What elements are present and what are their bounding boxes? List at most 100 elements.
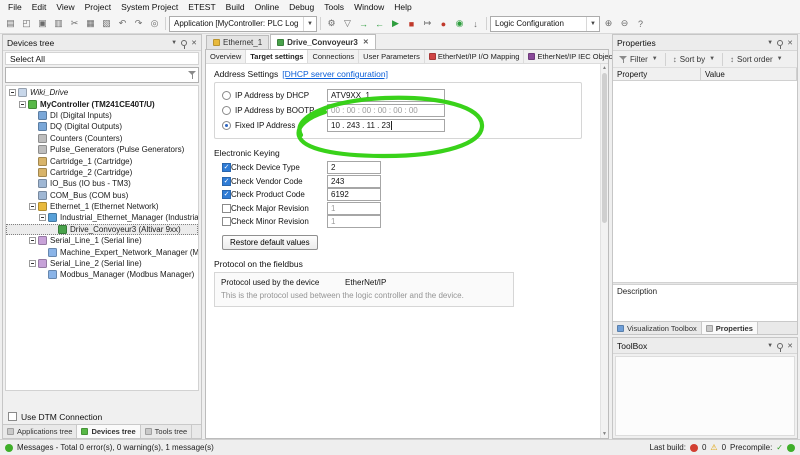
- fixed-ip-address-field[interactable]: 10 . 243 . 11 . 23: [327, 119, 445, 132]
- messages-summary[interactable]: Messages - Total 0 error(s), 0 warning(s…: [17, 443, 214, 452]
- tree-item-industrial-ethernet-manager[interactable]: Industrial_Ethernet_Manager (Industrial …: [6, 212, 198, 223]
- document-tab-drive-convoyeur3[interactable]: Drive_Convoyeur3✕: [270, 34, 376, 49]
- close-icon[interactable]: ✕: [787, 342, 793, 350]
- radio-ip-address-by-dhcp[interactable]: [222, 91, 231, 100]
- application-selector[interactable]: Application [MyController: PLC Logic]▼: [169, 16, 317, 32]
- check-vendor-code-field[interactable]: 243: [327, 175, 381, 188]
- sort-by-button[interactable]: ↕ Sort by▼: [670, 52, 718, 66]
- tree-item-dq[interactable]: DQ (Digital Outputs): [6, 121, 198, 132]
- checkbox-check-vendor-code[interactable]: ✓: [222, 177, 231, 186]
- menu-tools[interactable]: Tools: [319, 0, 349, 14]
- save-icon[interactable]: ▣: [35, 16, 50, 31]
- pin-icon[interactable]: [777, 343, 783, 349]
- menu-build[interactable]: Build: [221, 0, 250, 14]
- scroll-down-icon[interactable]: ▼: [601, 430, 608, 438]
- property-column-header[interactable]: Property: [613, 68, 701, 80]
- property-grid[interactable]: [613, 81, 797, 282]
- close-tab-icon[interactable]: ✕: [363, 38, 369, 46]
- toolbox-body[interactable]: [615, 356, 795, 436]
- tab-visualization-toolbox[interactable]: Visualization Toolbox: [613, 322, 702, 334]
- dhcp-server-configuration-link[interactable]: [DHCP server configuration]: [282, 69, 388, 79]
- copy-icon[interactable]: ▦: [83, 16, 98, 31]
- tab-user-parameters[interactable]: User Parameters: [359, 50, 425, 63]
- tree-item-io-bus[interactable]: IO_Bus (IO bus - TM3): [6, 178, 198, 189]
- tab-devices-tree[interactable]: Devices tree: [77, 425, 140, 438]
- tab-properties[interactable]: Properties: [702, 322, 758, 334]
- tab-tools-tree[interactable]: Tools tree: [141, 425, 193, 438]
- undo-icon[interactable]: ↶: [115, 16, 130, 31]
- panel-menu-icon[interactable]: ▼: [767, 40, 773, 46]
- logic-configuration-selector[interactable]: Logic Configuration▼: [490, 16, 600, 32]
- sort-order-button[interactable]: ↕ Sort order▼: [727, 52, 786, 66]
- menu-debug[interactable]: Debug: [284, 0, 319, 14]
- tree-item-pulse-generators[interactable]: Pulse_Generators (Pulse Generators): [6, 144, 198, 155]
- tree-item-counters[interactable]: Counters (Counters): [6, 133, 198, 144]
- step-icon[interactable]: ↦: [420, 16, 435, 31]
- print-icon[interactable]: ▥: [51, 16, 66, 31]
- radio-ip-address-by-bootp[interactable]: [222, 106, 231, 115]
- tab-connections[interactable]: Connections: [308, 50, 359, 63]
- expander-minus-icon[interactable]: [39, 214, 46, 221]
- check-device-type-field[interactable]: 2: [327, 161, 381, 174]
- filter-icon[interactable]: [188, 71, 196, 80]
- pin-icon[interactable]: [777, 40, 783, 46]
- scrollbar-thumb[interactable]: [602, 73, 607, 223]
- expander-minus-icon[interactable]: [29, 237, 36, 244]
- expander-minus-icon[interactable]: [19, 101, 26, 108]
- tab-applications-tree[interactable]: Applications tree: [3, 425, 77, 438]
- menu-project[interactable]: Project: [80, 0, 116, 14]
- expander-minus-icon[interactable]: [29, 260, 36, 267]
- stop-icon[interactable]: ■: [404, 16, 419, 31]
- device-search-input[interactable]: [5, 67, 199, 83]
- tree-item-cartridge-2[interactable]: Cartridge_2 (Cartridge): [6, 167, 198, 178]
- paste-icon[interactable]: ▧: [99, 16, 114, 31]
- document-tab-ethernet-1[interactable]: Ethernet_1: [206, 35, 269, 49]
- menu-help[interactable]: Help: [389, 0, 416, 14]
- menu-view[interactable]: View: [51, 0, 79, 14]
- run-icon[interactable]: ▶: [388, 16, 403, 31]
- close-icon[interactable]: ✕: [191, 39, 197, 47]
- menu-system-project[interactable]: System Project: [116, 0, 183, 14]
- menu-online[interactable]: Online: [250, 0, 285, 14]
- help-icon[interactable]: ?: [633, 16, 648, 31]
- select-all-dropdown[interactable]: Select All: [5, 52, 199, 65]
- zoom-out-icon[interactable]: ⊖: [617, 16, 632, 31]
- menu-file[interactable]: File: [3, 0, 27, 14]
- cut-icon[interactable]: ✂: [67, 16, 82, 31]
- download-icon[interactable]: ↓: [468, 16, 483, 31]
- tree-item-wiki-drive[interactable]: Wiki_Drive: [6, 87, 198, 98]
- close-icon[interactable]: ✕: [787, 39, 793, 47]
- tree-item-di[interactable]: DI (Digital Inputs): [6, 110, 198, 121]
- expander-minus-icon[interactable]: [29, 203, 36, 210]
- tree-item-serial-line-2[interactable]: Serial_Line_2 (Serial line): [6, 258, 198, 269]
- checkbox-check-product-code[interactable]: ✓: [222, 190, 231, 199]
- generate-icon[interactable]: ▽: [340, 16, 355, 31]
- tab-ethernet-ip-i-o-mapping[interactable]: EtherNet/IP I/O Mapping: [425, 50, 525, 63]
- redo-icon[interactable]: ↷: [131, 16, 146, 31]
- restore-default-values-button[interactable]: Restore default values: [222, 235, 318, 250]
- tree-item-machine-expert-network-manager[interactable]: Machine_Expert_Network_Manager (Machine …: [6, 246, 198, 257]
- checkbox-check-device-type[interactable]: ✓: [222, 163, 231, 172]
- find-icon[interactable]: ◎: [147, 16, 162, 31]
- ip-address-by-dhcp-field[interactable]: ATV9XX_1: [327, 89, 445, 102]
- ip-address-by-bootp-field[interactable]: 00 : 00 : 00 : 00 : 00 : 00: [327, 104, 445, 117]
- check-minor-revision-field[interactable]: 1: [327, 215, 381, 228]
- tree-item-cartridge-1[interactable]: Cartridge_1 (Cartridge): [6, 155, 198, 166]
- scroll-up-icon[interactable]: ▲: [601, 64, 608, 72]
- menu-etest[interactable]: ETEST: [183, 0, 220, 14]
- tab-target-settings[interactable]: Target settings: [246, 50, 308, 63]
- logout-icon[interactable]: ←: [372, 16, 387, 31]
- tree-item-modbus-manager[interactable]: Modbus_Manager (Modbus Manager): [6, 269, 198, 280]
- tree-item-com-bus[interactable]: COM_Bus (COM bus): [6, 190, 198, 201]
- pin-icon[interactable]: [181, 40, 187, 46]
- panel-menu-icon[interactable]: ▼: [171, 40, 177, 46]
- tree-item-drive-convoyeur3[interactable]: Drive_Convoyeur3 (Altivar 9xx): [6, 224, 198, 235]
- menu-edit[interactable]: Edit: [27, 0, 52, 14]
- editor-scrollbar[interactable]: ▲ ▼: [600, 64, 608, 438]
- check-product-code-field[interactable]: 6192: [327, 188, 381, 201]
- open-icon[interactable]: ◰: [19, 16, 34, 31]
- value-column-header[interactable]: Value: [701, 68, 797, 80]
- tree-item-mycontroller[interactable]: MyController (TM241CE40T/U): [6, 98, 198, 109]
- checkbox-check-minor-revision[interactable]: [222, 217, 231, 226]
- zoom-in-icon[interactable]: ⊕: [601, 16, 616, 31]
